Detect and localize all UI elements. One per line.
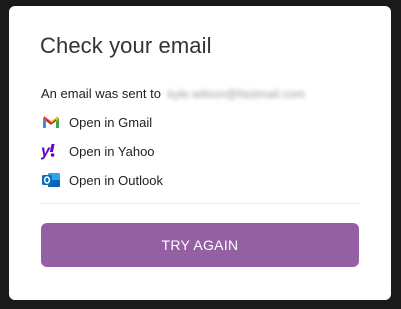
email-sent-dialog: Check your email An email was sent to ky… [9, 6, 391, 300]
divider [41, 203, 359, 204]
svg-text:y: y [41, 143, 51, 160]
open-yahoo-link[interactable]: y Open in Yahoo [41, 142, 155, 160]
yahoo-icon: y [41, 142, 61, 160]
yahoo-label: Open in Yahoo [69, 143, 155, 159]
open-gmail-link[interactable]: Open in Gmail [41, 113, 152, 131]
sent-message: An email was sent to kyle.wilson@fastmai… [41, 86, 305, 101]
gmail-label: Open in Gmail [69, 114, 153, 130]
try-again-button[interactable]: TRY AGAIN [41, 223, 359, 267]
recipient-email: kyle.wilson@fastmail.com [167, 87, 306, 101]
sent-prefix: An email was sent to [41, 86, 161, 101]
gmail-icon [41, 113, 61, 131]
outlook-icon [41, 171, 61, 189]
dialog-title: Check your email [40, 33, 212, 58]
open-outlook-link[interactable]: Open in Outlook [41, 171, 163, 189]
outlook-label: Open in Outlook [69, 172, 163, 188]
